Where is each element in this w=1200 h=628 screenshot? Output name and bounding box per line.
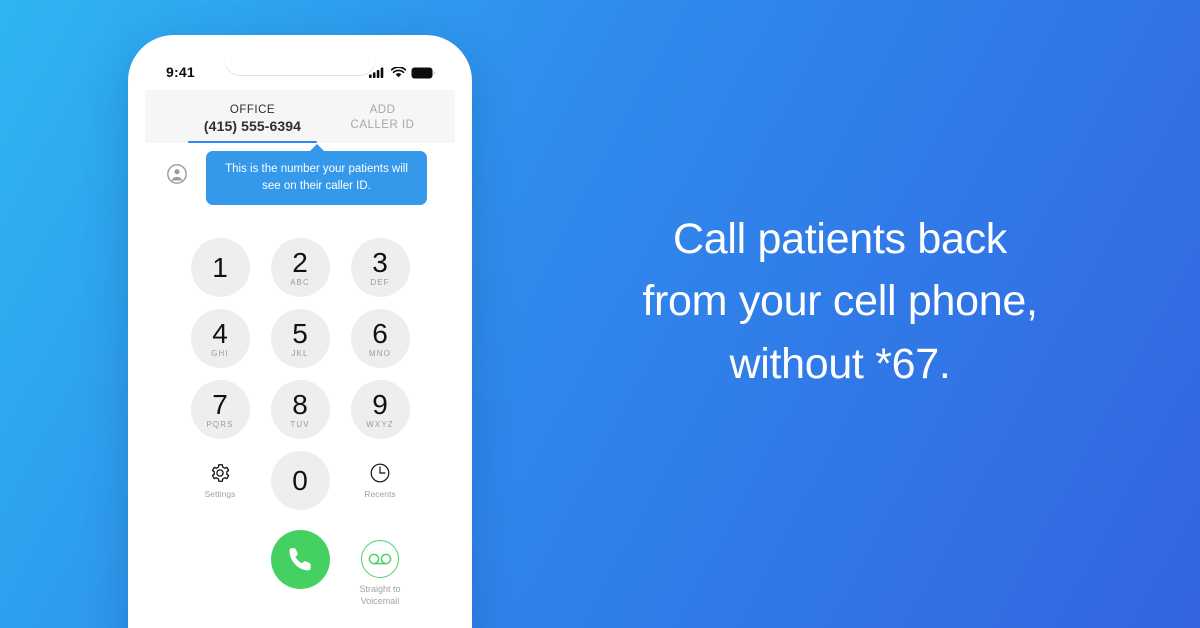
dialpad-key-2-digit: 2 — [292, 246, 308, 278]
dialpad-key-5-digit: 5 — [292, 317, 308, 349]
phone-notch — [224, 52, 376, 75]
gear-icon — [211, 464, 230, 483]
dialpad-key-7-letters: PQRS — [206, 419, 234, 429]
promo-banner: 9:41 OFFICE (415) 555-6394 ADD CALLER ID… — [0, 0, 1200, 628]
dialpad: 1 2 ABC 3 DEF 4 GHI 5 JKL 6 MNO 7 PQRS 8… — [145, 238, 455, 522]
dialpad-key-8-letters: TUV — [290, 419, 310, 429]
phone-handset-icon — [289, 548, 311, 571]
phone-mockup: 9:41 OFFICE (415) 555-6394 ADD CALLER ID… — [128, 35, 472, 628]
caller-id-tooltip: This is the number your patients will se… — [206, 151, 427, 206]
status-time: 9:41 — [166, 64, 195, 80]
status-icons — [369, 67, 435, 79]
dialpad-key-0-digit: 0 — [292, 464, 308, 496]
wifi-icon — [391, 67, 406, 78]
dialpad-key-4-digit: 4 — [212, 317, 228, 349]
dialpad-key-4-letters: GHI — [211, 348, 229, 358]
dialpad-key-9-letters: WXYZ — [366, 419, 394, 429]
dialpad-key-8-digit: 8 — [292, 388, 308, 420]
phone-screen: 9:41 OFFICE (415) 555-6394 ADD CALLER ID… — [145, 52, 455, 628]
dialpad-key-7[interactable]: 7 PQRS — [190, 380, 250, 439]
dialpad-key-0[interactable]: 0 — [270, 451, 330, 510]
caller-id-tabbar: OFFICE (415) 555-6394 ADD CALLER ID — [145, 90, 455, 143]
dialpad-key-3[interactable]: 3 DEF — [350, 238, 410, 297]
dialpad-key-9[interactable]: 9 WXYZ — [350, 380, 410, 439]
dialpad-key-3-digit: 3 — [372, 246, 388, 278]
tab-office-label: OFFICE — [229, 104, 276, 116]
recents-button[interactable]: Recents — [351, 451, 410, 510]
person-avatar-icon — [167, 164, 187, 184]
settings-label: Settings — [204, 489, 236, 500]
tab-add-caller-id[interactable]: ADD CALLER ID — [330, 98, 435, 143]
dialpad-key-7-digit: 7 — [212, 388, 228, 420]
dialpad-key-8[interactable]: 8 TUV — [270, 380, 330, 439]
battery-icon — [411, 67, 435, 78]
dialpad-key-9-digit: 9 — [372, 388, 388, 420]
settings-button[interactable]: Settings — [191, 451, 250, 510]
dialpad-key-4[interactable]: 4 GHI — [190, 309, 250, 368]
dialpad-key-1[interactable]: 1 — [190, 238, 250, 297]
tab-office[interactable]: OFFICE (415) 555-6394 — [175, 98, 330, 143]
recents-label: Recents — [364, 489, 396, 500]
dialpad-key-5[interactable]: 5 JKL — [270, 309, 330, 368]
dialpad-key-6-digit: 6 — [372, 317, 388, 349]
dialpad-key-2[interactable]: 2 ABC — [270, 238, 330, 297]
dialpad-key-3-letters: DEF — [370, 277, 390, 287]
dialpad-key-2-letters: ABC — [290, 277, 310, 287]
dialpad-key-5-letters: JKL — [291, 348, 309, 358]
dialpad-key-6[interactable]: 6 MNO — [350, 309, 410, 368]
voicemail-icon — [361, 540, 399, 578]
voicemail-button[interactable]: Straight to Voicemail — [359, 530, 401, 607]
call-button[interactable] — [270, 530, 330, 589]
dialpad-key-6-letters: MNO — [369, 348, 391, 358]
tooltip-row: This is the number your patients will se… — [145, 143, 455, 206]
page-title: Call patients back from your cell phone,… — [642, 215, 1038, 388]
dialpad-key-1-digit: 1 — [212, 251, 228, 283]
voicemail-label: Straight to Voicemail — [359, 584, 401, 606]
tab-office-number: (415) 555-6394 — [203, 117, 302, 134]
clock-icon — [370, 463, 390, 483]
action-row: Straight to Voicemail — [145, 530, 455, 607]
